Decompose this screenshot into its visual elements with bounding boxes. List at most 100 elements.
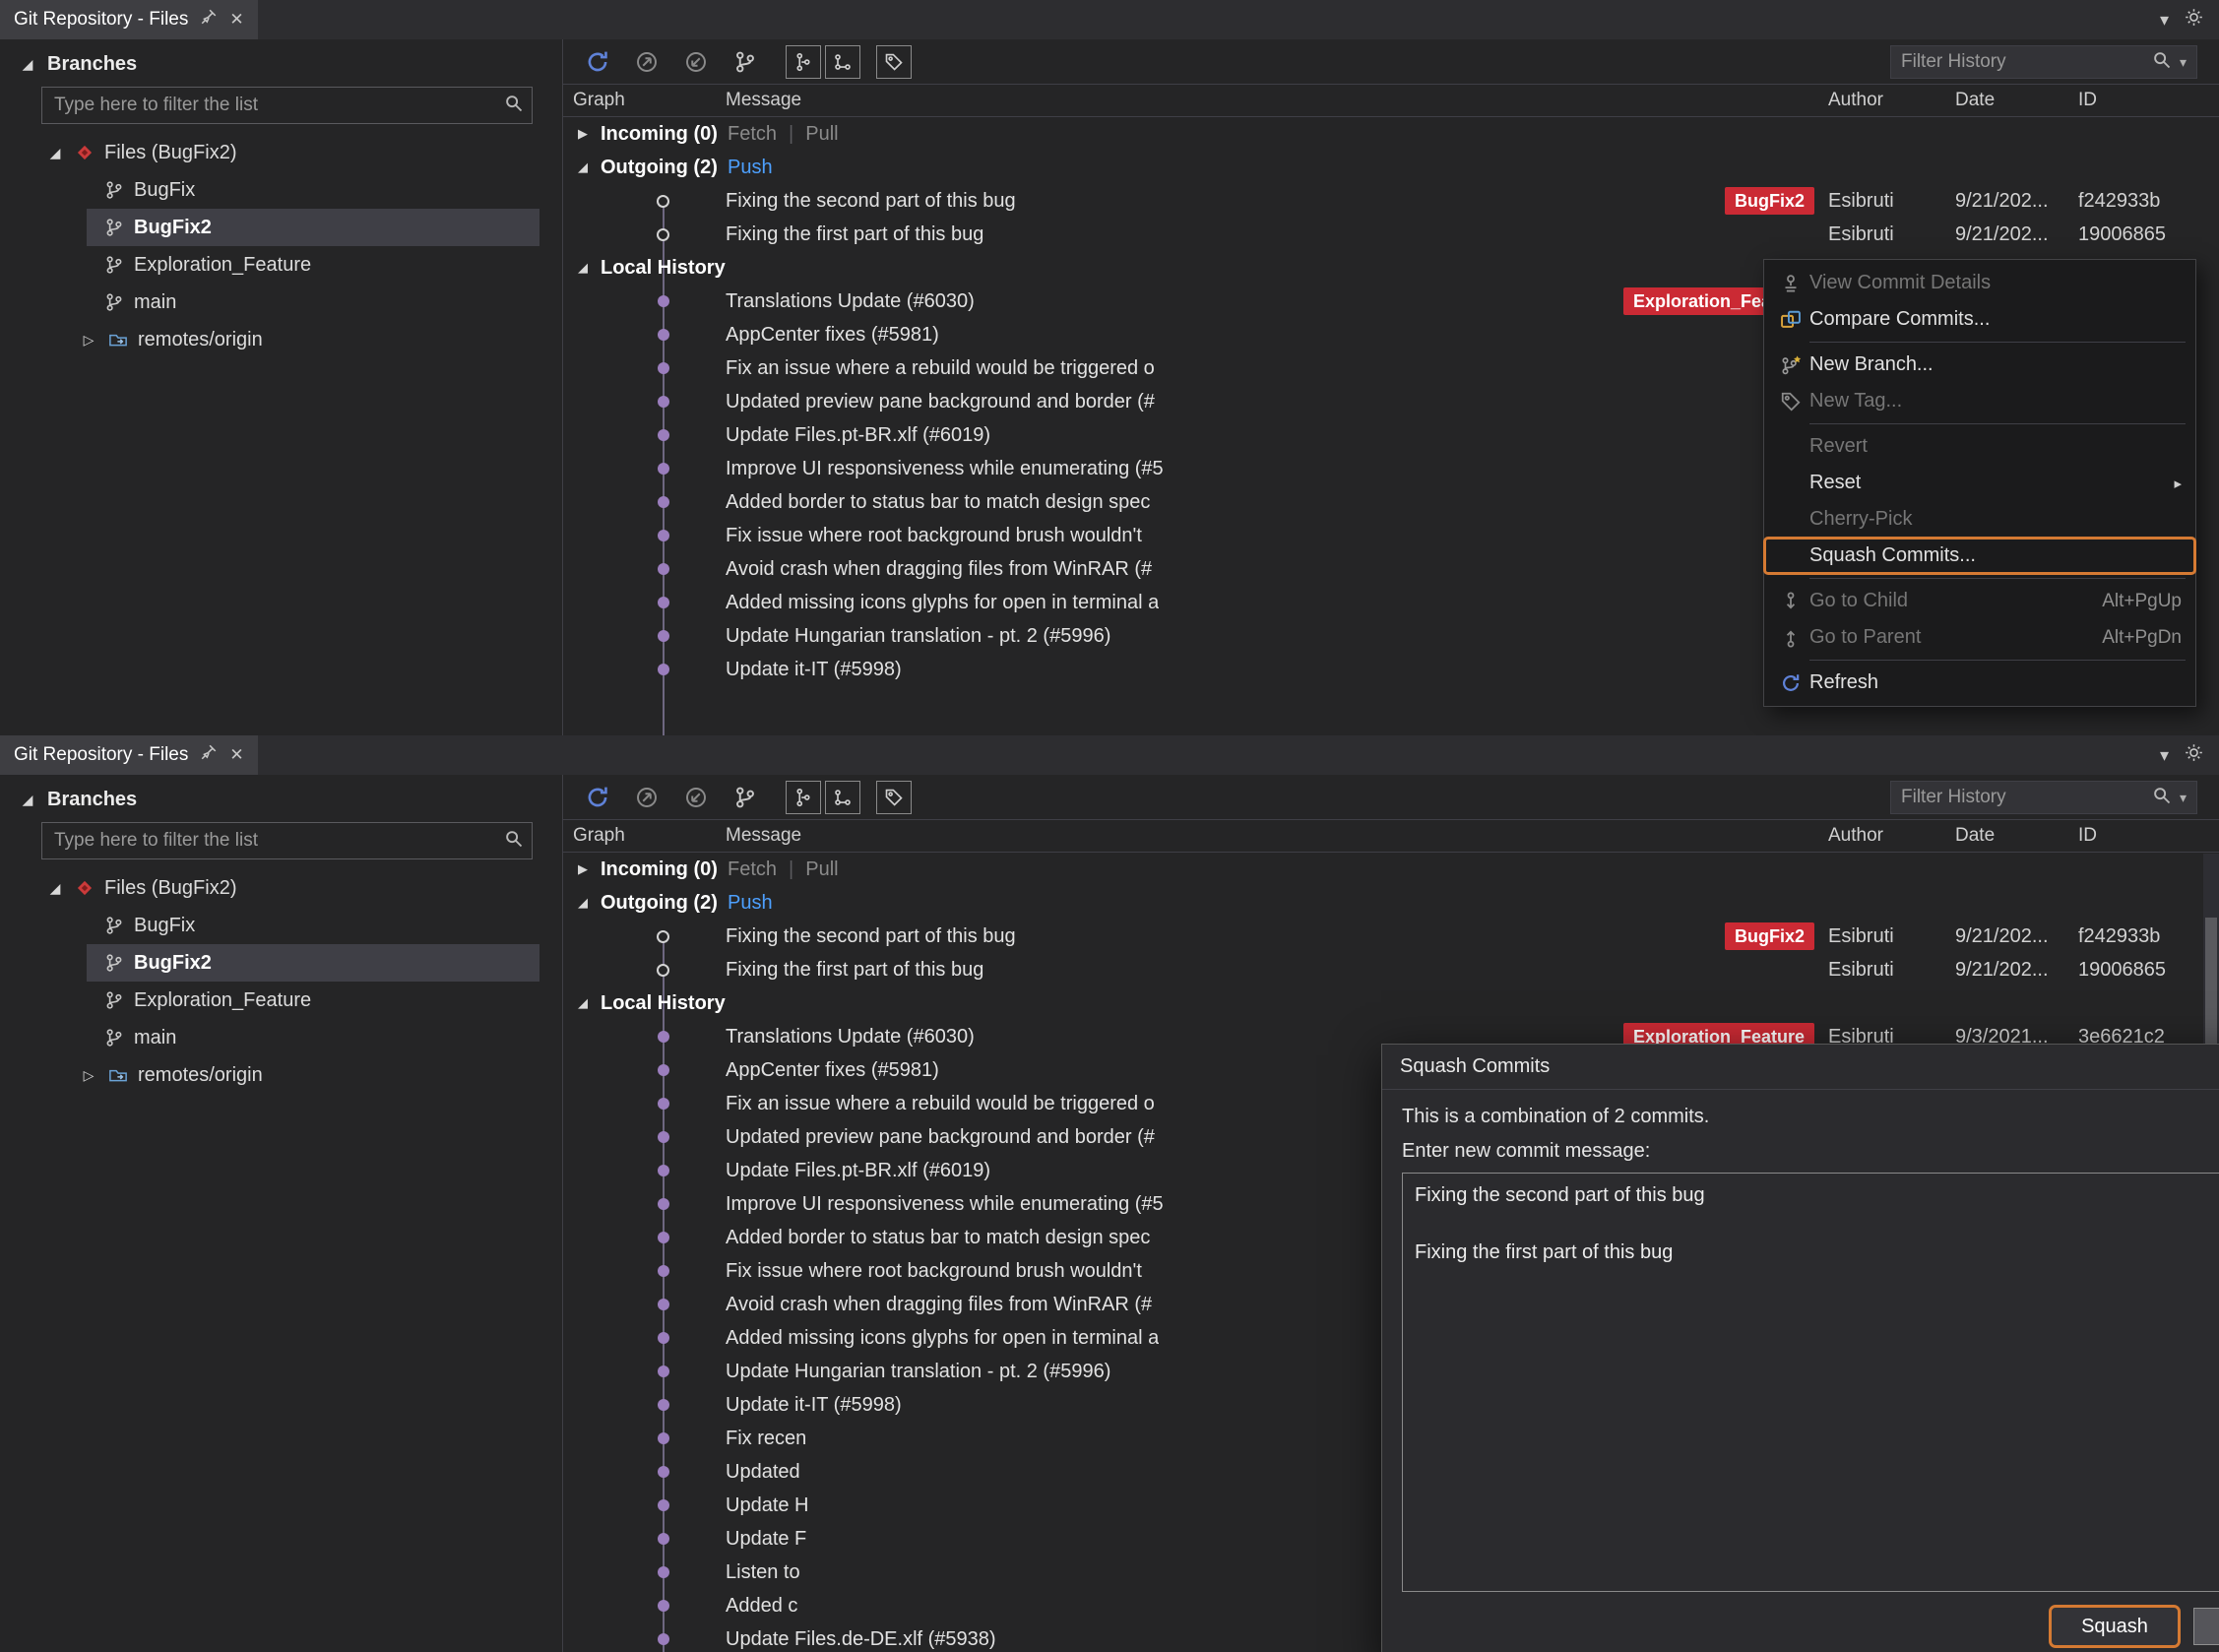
branch-badge[interactable]: BugFix2: [1724, 922, 1814, 950]
filter-history-input[interactable]: [1901, 787, 2144, 808]
menu-item-cherry-pick[interactable]: Cherry-Pick: [1764, 501, 2195, 538]
column-date[interactable]: Date: [1949, 825, 2072, 847]
outgoing-row[interactable]: ◢ Outgoing (2) Push: [563, 151, 2219, 184]
column-graph[interactable]: Graph: [563, 90, 726, 111]
column-id[interactable]: ID: [2072, 90, 2219, 111]
menu-item-go-to-child[interactable]: Go to Child Alt+PgUp: [1764, 583, 2195, 619]
incoming-row[interactable]: ▶ Incoming (0) Fetch | Pull: [563, 853, 2219, 886]
branch-filter-input[interactable]: [54, 830, 504, 852]
close-icon[interactable]: ✕: [229, 10, 243, 30]
go-to-child-icon[interactable]: [679, 45, 713, 79]
menu-item-new-tag[interactable]: New Tag...: [1764, 383, 2195, 419]
menu-item-new-branch[interactable]: New Branch...: [1764, 347, 2195, 383]
commit-row[interactable]: Fixing the first part of this bug Esibrut…: [563, 953, 2219, 986]
branch-filter-input[interactable]: [54, 95, 504, 116]
merge-commits-toggle-button[interactable]: [825, 780, 860, 814]
pin-icon[interactable]: [200, 8, 218, 32]
expander-icon[interactable]: ◢: [45, 145, 65, 161]
filter-history-input[interactable]: [1901, 51, 2144, 73]
commit-row[interactable]: Fixing the second part of this bug BugFix…: [563, 184, 2219, 218]
squash-button[interactable]: Squash: [2049, 1605, 2181, 1648]
pull-link[interactable]: Pull: [805, 858, 838, 881]
menu-separator: [1809, 660, 2186, 661]
go-to-parent-icon[interactable]: [630, 781, 664, 814]
column-message[interactable]: Message: [726, 825, 1822, 847]
menu-item-compare-commits[interactable]: Compare Commits...: [1764, 301, 2195, 338]
menu-item-go-to-parent[interactable]: Go to Parent Alt+PgDn: [1764, 619, 2195, 656]
expander-icon[interactable]: ▶: [573, 126, 593, 142]
menu-item-reset[interactable]: Reset ▸: [1764, 465, 2195, 501]
menu-item-revert[interactable]: Revert: [1764, 428, 2195, 465]
expander-icon[interactable]: ▶: [573, 861, 593, 877]
commit-row[interactable]: Fixing the first part of this bug Esibrut…: [563, 218, 2219, 251]
tags-toggle-button[interactable]: [876, 780, 912, 814]
expander-icon[interactable]: ▷: [79, 1067, 98, 1084]
go-to-parent-icon[interactable]: [630, 45, 664, 79]
column-message[interactable]: Message: [726, 90, 1822, 111]
graph-toggle-button[interactable]: [786, 780, 821, 814]
tree-item-exploration-feature[interactable]: Exploration_Feature: [0, 246, 562, 284]
tab-git-repository-files[interactable]: Git Repository - Files ✕: [0, 0, 258, 39]
tree-item-exploration-feature[interactable]: Exploration_Feature: [0, 982, 562, 1019]
branch-icon[interactable]: [729, 45, 762, 79]
menu-item-refresh[interactable]: Refresh: [1764, 665, 2195, 701]
graph-toggle-button[interactable]: [786, 44, 821, 79]
chevron-down-icon[interactable]: ▾: [2160, 745, 2169, 766]
branch-badge[interactable]: BugFix2: [1724, 187, 1814, 215]
expander-icon[interactable]: ◢: [573, 995, 593, 1011]
branches-expander-icon[interactable]: ◢: [18, 792, 37, 808]
column-date[interactable]: Date: [1949, 90, 2072, 111]
history-toolbar: ▾: [563, 39, 2219, 85]
tree-item-files-bugfix2[interactable]: ◢ Files (BugFix2): [0, 869, 562, 907]
refresh-icon[interactable]: [581, 781, 614, 814]
go-to-child-icon[interactable]: [679, 781, 713, 814]
chevron-down-icon[interactable]: ▾: [2180, 54, 2187, 71]
column-author[interactable]: Author: [1822, 90, 1949, 111]
expander-icon[interactable]: ◢: [45, 880, 65, 897]
tab-git-repository-files[interactable]: Git Repository - Files ✕: [0, 735, 258, 775]
tree-item-remotes-origin[interactable]: ▷ remotes/origin: [0, 1056, 562, 1094]
tree-item-bugfix2[interactable]: BugFix2: [0, 209, 562, 246]
search-icon[interactable]: [2152, 50, 2172, 75]
close-icon[interactable]: ✕: [229, 745, 243, 765]
tree-item-remotes-origin[interactable]: ▷ remotes/origin: [0, 321, 562, 358]
push-link[interactable]: Push: [728, 157, 773, 179]
gear-icon[interactable]: [2185, 743, 2203, 767]
tree-item-bugfix[interactable]: BugFix: [0, 907, 562, 944]
fetch-link[interactable]: Fetch: [728, 858, 777, 881]
dialog-titlebar[interactable]: Squash Commits ✕: [1382, 1045, 2219, 1090]
branch-icon[interactable]: [729, 781, 762, 814]
search-icon[interactable]: [2152, 786, 2172, 810]
merge-commits-toggle-button[interactable]: [825, 44, 860, 79]
pull-link[interactable]: Pull: [805, 123, 838, 146]
tree-item-main[interactable]: main: [0, 284, 562, 321]
menu-item-view-commit-details[interactable]: View Commit Details: [1764, 265, 2195, 301]
outgoing-row[interactable]: ◢ Outgoing (2) Push: [563, 886, 2219, 920]
expander-icon[interactable]: ◢: [573, 260, 593, 276]
push-link[interactable]: Push: [728, 892, 773, 915]
commit-row[interactable]: Fixing the second part of this bug BugFix…: [563, 920, 2219, 953]
expander-icon[interactable]: ◢: [573, 159, 593, 175]
local-history-row[interactable]: ◢ Local History: [563, 986, 2219, 1020]
commit-message-input[interactable]: [1402, 1173, 2219, 1592]
pin-icon[interactable]: [200, 743, 218, 767]
refresh-icon[interactable]: [581, 45, 614, 79]
fetch-link[interactable]: Fetch: [728, 123, 777, 146]
expander-icon[interactable]: ▷: [79, 332, 98, 349]
tree-item-bugfix[interactable]: BugFix: [0, 171, 562, 209]
tree-item-files-bugfix2[interactable]: ◢ Files (BugFix2): [0, 134, 562, 171]
column-id[interactable]: ID: [2072, 825, 2219, 847]
menu-item-squash-commits[interactable]: Squash Commits...: [1763, 537, 2196, 575]
branches-expander-icon[interactable]: ◢: [18, 56, 37, 73]
tree-item-bugfix2[interactable]: BugFix2: [0, 944, 562, 982]
gear-icon[interactable]: [2185, 8, 2203, 32]
incoming-row[interactable]: ▶ Incoming (0) Fetch | Pull: [563, 117, 2219, 151]
chevron-down-icon[interactable]: ▾: [2160, 10, 2169, 31]
column-graph[interactable]: Graph: [563, 825, 726, 847]
chevron-down-icon[interactable]: ▾: [2180, 790, 2187, 806]
cancel-button[interactable]: Cancel: [2193, 1608, 2219, 1645]
column-author[interactable]: Author: [1822, 825, 1949, 847]
tags-toggle-button[interactable]: [876, 44, 912, 79]
tree-item-main[interactable]: main: [0, 1019, 562, 1056]
expander-icon[interactable]: ◢: [573, 895, 593, 911]
